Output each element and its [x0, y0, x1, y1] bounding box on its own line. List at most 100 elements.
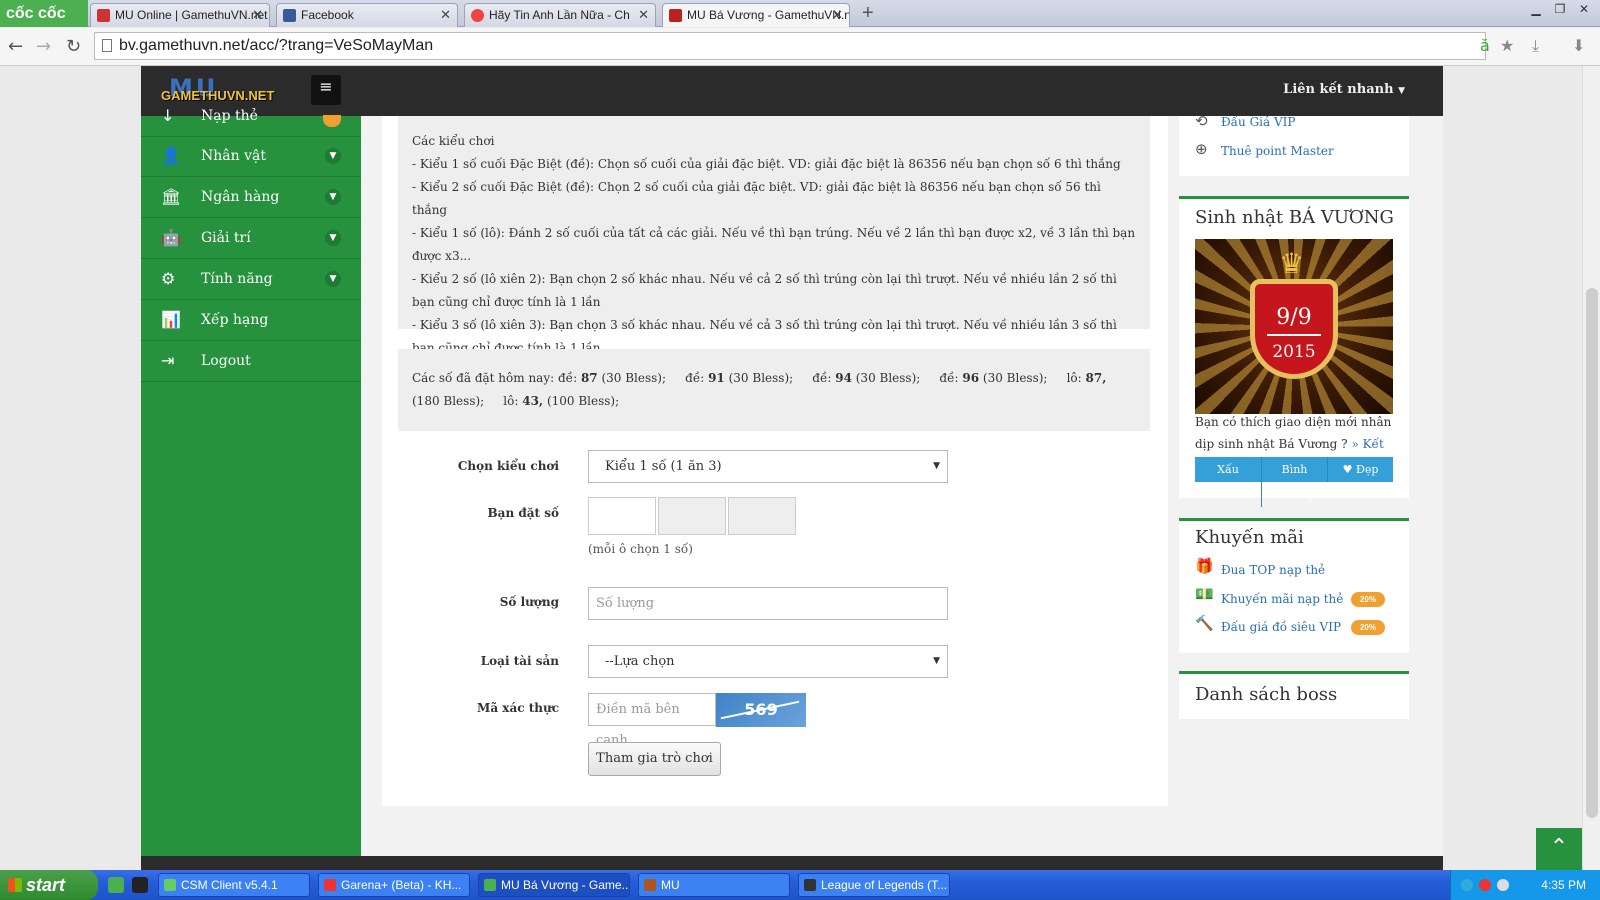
tray-volume-icon[interactable] — [1497, 879, 1509, 891]
close-icon[interactable]: ✕ — [638, 4, 649, 26]
new-tab-button[interactable]: + — [862, 2, 874, 25]
captcha-label: Mã xác thực — [477, 701, 559, 715]
extension-icon[interactable]: ă — [1480, 36, 1490, 55]
reload-icon[interactable]: ↻ — [66, 36, 81, 57]
vote-xau-button[interactable]: Xấu — [1195, 457, 1261, 482]
taskbar-item-mu-ba-vuong[interactable]: MU Bá Vương - Game... — [478, 873, 630, 897]
link-dua-top-nap-the[interactable]: Đua TOP nạp thẻ — [1221, 563, 1325, 577]
download-icon[interactable]: ⤓ — [1532, 36, 1539, 56]
rule-line: - Kiểu 1 số (lô): Đánh 2 số cuối của tất… — [412, 226, 1136, 263]
back-icon[interactable]: ← — [8, 36, 23, 57]
number-input-2[interactable] — [658, 497, 726, 535]
number-input-3[interactable] — [728, 497, 796, 535]
bet-item: đề: 94 (30 Bless); — [812, 371, 921, 385]
crown-icon: ♛ — [1279, 247, 1305, 280]
tab-facebook[interactable]: Facebook ✕ — [276, 3, 458, 27]
android-icon: 🤖 — [161, 228, 181, 247]
close-window-icon[interactable]: ✕ — [1572, 2, 1596, 16]
system-tray: 4:35 PM — [1450, 870, 1600, 900]
csm-icon — [164, 879, 176, 891]
history-icon: ⟲ — [1195, 112, 1208, 130]
asset-type-select[interactable]: --Lựa chọn ▼ — [588, 645, 948, 678]
taskbar-item-mu[interactable]: MU — [638, 873, 790, 897]
notification-badge — [323, 115, 341, 127]
number-hint: (mỗi ô chọn 1 số) — [588, 542, 693, 556]
close-icon[interactable]: ✕ — [252, 4, 263, 26]
url-input[interactable]: bv.gamethuvn.net/acc/?trang=VeSoMayMan — [94, 32, 1486, 60]
link-dau-gia-vip[interactable]: Đấu Giá VIP — [1221, 115, 1295, 129]
birthday-shield: 9/9 2015 — [1250, 279, 1338, 379]
coccoc-quicklaunch-icon[interactable] — [108, 877, 124, 893]
vote-dep-button[interactable]: ♥ Đẹp — [1327, 457, 1393, 482]
chevron-down-icon: ▼ — [325, 230, 341, 246]
caret-down-icon: ▼ — [933, 461, 940, 471]
browser-tab-bar: cốc cốc MU Online | GamethuVN.net ✕ Face… — [0, 0, 1600, 27]
sidebar-item-nhan-vat[interactable]: 👤 Nhân vật ▼ — [141, 136, 361, 177]
play-type-select[interactable]: Kiểu 1 số (1 ăn 3) ▼ — [588, 450, 948, 483]
tray-antivirus-icon[interactable] — [1479, 879, 1491, 891]
scroll-to-top-button[interactable]: ⌃ — [1536, 828, 1582, 870]
taskbar-item-league-of-legends[interactable]: League of Legends (T... — [798, 873, 950, 897]
asset-type-value: --Lựa chọn — [605, 654, 675, 669]
quantity-input[interactable]: Số lượng — [588, 587, 948, 620]
bet-item: đề: 91 (30 Bless); — [685, 371, 794, 385]
boss-title[interactable]: Danh sách boss — [1195, 684, 1337, 705]
sidebar-item-giai-tri[interactable]: 🤖 Giải trí ▼ — [141, 218, 361, 259]
tab-title: Hãy Tin Anh Lần Nữa - Ch — [489, 8, 630, 22]
bet-item: lô: 43, (100 Bless); — [503, 394, 620, 408]
scrollbar-thumb[interactable] — [1586, 288, 1598, 818]
browser-logo[interactable]: cốc cốc — [0, 0, 88, 27]
caret-down-icon: ▼ — [1398, 86, 1405, 96]
browser-icon — [484, 879, 496, 891]
chevron-down-icon: ▼ — [325, 271, 341, 287]
sidebar-item-xep-hang[interactable]: 📊 Xếp hạng — [141, 300, 361, 341]
app-quicklaunch-icon[interactable] — [132, 877, 148, 893]
vote-binh-thuong-button[interactable]: Bình thường — [1261, 457, 1327, 507]
page-scrollbar[interactable] — [1582, 66, 1600, 870]
sidebar-item-label: Tính năng — [201, 271, 273, 287]
address-bar: ← → ↻ bv.gamethuvn.net/acc/?trang=VeSoMa… — [0, 28, 1600, 66]
captcha-image[interactable]: 569 — [716, 693, 806, 727]
sidebar-item-logout[interactable]: ⇥ Logout — [141, 341, 361, 382]
link-dau-gia-do-sieu-vip[interactable]: Đấu giá đồ siêu VIP — [1221, 620, 1341, 634]
number-label: Bạn đặt số — [487, 506, 559, 520]
tab-music[interactable]: Hãy Tin Anh Lần Nữa - Ch ✕ — [464, 3, 656, 27]
start-label: start — [26, 875, 66, 895]
page-icon — [102, 39, 112, 52]
tab-mu-ba-vuong[interactable]: MU Bá Vương - GamethuVN.n ✕ — [662, 3, 850, 27]
lottery-card: Các kiểu chơi - Kiểu 1 số cuối Đặc Biệt … — [382, 116, 1168, 806]
task-label: CSM Client v5.4.1 — [181, 878, 278, 892]
taskbar-item-csm-client[interactable]: CSM Client v5.4.1 — [158, 873, 310, 897]
taskbar-item-garena[interactable]: Garena+ (Beta) - KH... — [318, 873, 470, 897]
footer-bar — [141, 856, 1443, 870]
close-icon[interactable]: ✕ — [832, 4, 843, 26]
task-label: MU Bá Vương - Game... — [501, 878, 630, 892]
number-input-1[interactable] — [588, 497, 656, 535]
sidebar-item-tinh-nang[interactable]: ⚙ Tính năng ▼ — [141, 259, 361, 300]
link-thue-point-master[interactable]: Thuê point Master — [1221, 144, 1334, 158]
maximize-icon[interactable]: ❐ — [1548, 2, 1572, 16]
banner-year: 2015 — [1267, 334, 1321, 368]
tray-network-icon[interactable] — [1461, 879, 1473, 891]
forward-icon[interactable]: → — [36, 36, 51, 57]
sidebar-item-ngan-hang[interactable]: 🏛 Ngân hàng ▼ — [141, 177, 361, 218]
rule-line: - Kiểu 2 số cuối Đặc Biệt (đề): Chọn 2 s… — [412, 180, 1101, 217]
link-khuyen-mai-nap-the[interactable]: Khuyến mãi nạp thẻ — [1221, 592, 1343, 606]
bookmark-star-icon[interactable]: ★ — [1500, 36, 1514, 55]
gears-icon: ⚙ — [161, 269, 176, 288]
captcha-input[interactable]: Điền mã bên cạnh — [588, 693, 716, 748]
banner-date: 9/9 — [1276, 305, 1312, 330]
quicklinks-label: Liên kết nhanh — [1283, 82, 1394, 97]
minimize-icon[interactable]: ▁ — [1524, 2, 1548, 16]
promo-title: Khuyến mãi — [1195, 527, 1304, 548]
sidebar-item-nap-the[interactable]: ↓ Nạp thẻ — [141, 96, 361, 137]
join-game-button[interactable]: Tham gia trò chơi — [588, 742, 721, 776]
quicklinks-dropdown[interactable]: Liên kết nhanh ▼ — [1283, 82, 1405, 97]
downloads-menu-icon[interactable]: ⬇ — [1572, 36, 1585, 55]
gift-icon: 🎁 — [1195, 557, 1214, 575]
facebook-icon — [283, 9, 296, 22]
start-button[interactable]: start — [0, 870, 98, 900]
tab-mu-online[interactable]: MU Online | GamethuVN.net ✕ — [90, 3, 270, 27]
close-icon[interactable]: ✕ — [440, 4, 451, 26]
sign-out-icon: ⇥ — [161, 351, 175, 370]
